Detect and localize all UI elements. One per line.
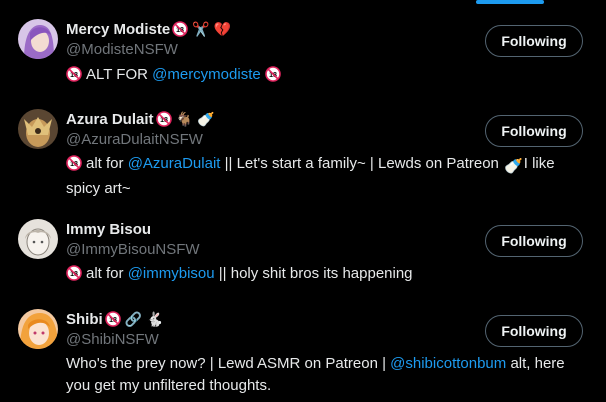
user-bio: Who's the prey now? | Lewd ASMR on Patre…: [66, 353, 566, 397]
following-button[interactable]: Following: [485, 225, 583, 257]
bio-mention-link[interactable]: @shibicottonbum: [390, 355, 506, 372]
user-handle[interactable]: @ImmyBisouNSFW: [66, 240, 466, 260]
goat-icon: 🐐: [175, 111, 193, 127]
display-name[interactable]: Mercy Modiste: [66, 21, 170, 38]
bio-text: ALT FOR: [86, 66, 153, 83]
no-under-18-icon: 18: [264, 66, 281, 82]
no-under-18-icon: 18: [155, 111, 172, 127]
no-under-18-icon: 18: [104, 311, 121, 327]
bio-mention-link[interactable]: @immybisou: [128, 265, 215, 282]
bio-text: alt for: [86, 265, 128, 282]
user-handle[interactable]: @ModisteNSFW: [66, 40, 466, 60]
bio-text: Who's the prey now? | Lewd ASMR on Patre…: [66, 355, 391, 372]
user-row-azura-dulait[interactable]: Azura Dulait 18 🐐 🍼 @AzuraDulaitNSFW 18 …: [0, 109, 606, 197]
display-name[interactable]: Immy Bisou: [66, 221, 151, 238]
rabbit-icon: 🐇: [146, 311, 164, 327]
active-tab-indicator: [476, 0, 544, 4]
baby-bottle-icon: 🍼: [504, 158, 523, 175]
user-handle[interactable]: @AzuraDulaitNSFW: [66, 130, 466, 150]
user-handle[interactable]: @ShibiNSFW: [66, 330, 466, 350]
following-button[interactable]: Following: [485, 25, 583, 57]
scissors-icon: ✂️: [192, 21, 210, 37]
no-under-18-icon: 18: [172, 21, 189, 37]
display-name[interactable]: Azura Dulait: [66, 111, 154, 128]
following-button[interactable]: Following: [485, 115, 583, 147]
following-button[interactable]: Following: [485, 315, 583, 347]
bio-text: alt for: [86, 155, 128, 172]
user-row-shibi[interactable]: Shibi 18 🔗 🐇 @ShibiNSFW Who's the prey n…: [0, 309, 606, 399]
no-under-18-icon: 18: [66, 265, 82, 281]
baby-bottle-icon: 🍼: [196, 111, 215, 127]
user-bio: 18 alt for @immybisou || holy shit bros …: [66, 263, 566, 285]
bio-text: || holy shit bros its happening: [214, 265, 413, 282]
user-bio: 18 alt for @AzuraDulait || Let's start a…: [66, 153, 566, 200]
no-under-18-icon: 18: [66, 155, 82, 171]
user-row-immy-bisou[interactable]: Immy Bisou @ImmyBisouNSFW 18 alt for @im…: [0, 219, 606, 287]
user-bio: 18 ALT FOR @mercymodiste 18: [66, 64, 566, 86]
broken-heart-icon: 💔: [213, 21, 232, 37]
avatar[interactable]: [18, 309, 58, 349]
user-row-mercy-modiste[interactable]: Mercy Modiste 18 ✂️ 💔 @ModisteNSFW 18 AL…: [0, 19, 606, 89]
avatar[interactable]: [18, 19, 58, 59]
avatar[interactable]: [18, 109, 58, 149]
avatar[interactable]: [18, 219, 58, 259]
link-icon: 🔗: [124, 311, 143, 327]
bio-mention-link[interactable]: @AzuraDulait: [128, 155, 221, 172]
bio-mention-link[interactable]: @mercymodiste: [152, 66, 261, 83]
no-under-18-icon: 18: [66, 66, 82, 82]
bio-text: || Let's start a family~ | Lewds on Patr…: [220, 155, 504, 172]
display-name[interactable]: Shibi: [66, 311, 103, 328]
